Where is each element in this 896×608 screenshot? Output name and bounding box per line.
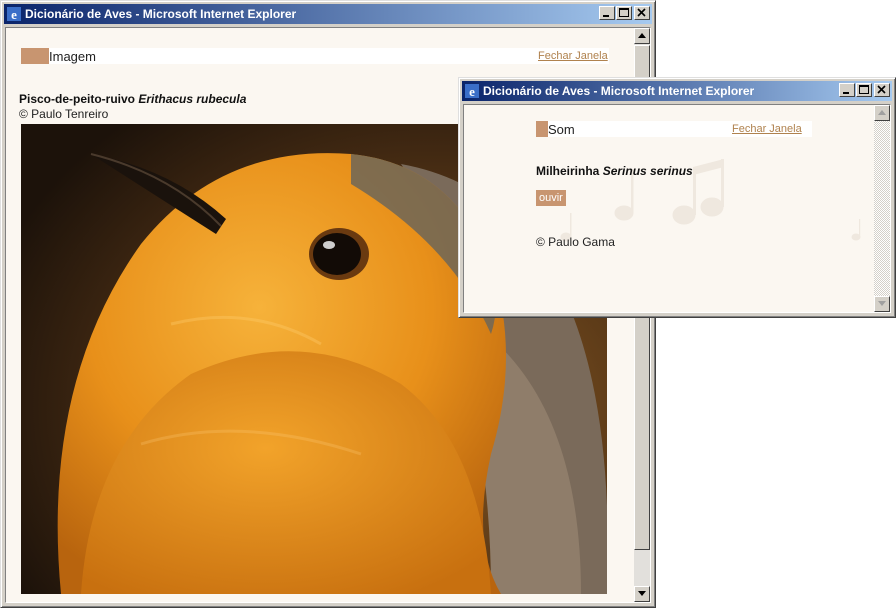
- scroll-up-button[interactable]: [634, 28, 650, 44]
- minimize-button[interactable]: [839, 83, 855, 97]
- species-scientific-name: Serinus serinus: [602, 164, 693, 178]
- species-scientific-name: Erithacus rubecula: [138, 92, 247, 106]
- sound-window: e Dicionário de Aves - Microsoft Interne…: [458, 77, 896, 318]
- scroll-down-button[interactable]: [634, 586, 650, 602]
- photo-credit: © Paulo Tenreiro: [19, 107, 109, 121]
- minimize-icon: [843, 92, 849, 94]
- play-sound-button[interactable]: ouvir: [536, 190, 566, 206]
- species-name: Pisco-de-peito-ruivo Erithacus rubecula: [19, 92, 246, 106]
- sound-window-titlebar[interactable]: e Dicionário de Aves - Microsoft Interne…: [462, 81, 892, 101]
- maximize-button[interactable]: [616, 6, 632, 20]
- sound-window-title: Dicionário de Aves - Microsoft Internet …: [483, 84, 755, 98]
- scroll-down-icon: [638, 591, 646, 596]
- scroll-down-button[interactable]: [874, 296, 890, 312]
- svg-text:e: e: [469, 84, 475, 99]
- image-window-title: Dicionário de Aves - Microsoft Internet …: [25, 7, 297, 21]
- close-icon: [637, 8, 646, 17]
- maximize-button[interactable]: [856, 83, 872, 97]
- image-window-titlebar[interactable]: e Dicionário de Aves - Microsoft Interne…: [4, 4, 652, 24]
- close-icon: [877, 85, 886, 94]
- vertical-scrollbar[interactable]: [874, 105, 890, 312]
- sound-credit: © Paulo Gama: [536, 235, 615, 249]
- maximize-icon: [619, 8, 629, 17]
- close-button[interactable]: [634, 6, 650, 20]
- section-title: Imagem: [49, 48, 96, 64]
- scroll-up-icon: [878, 110, 886, 115]
- close-button[interactable]: [874, 83, 890, 97]
- section-title: Som: [548, 121, 575, 137]
- sound-window-content: Som Fechar Janela Milheirinha Serinus se…: [463, 104, 891, 313]
- scroll-up-button[interactable]: [874, 105, 890, 121]
- maximize-icon: [859, 85, 869, 94]
- species-name: Milheirinha Serinus serinus: [536, 164, 693, 178]
- scroll-up-icon: [638, 33, 646, 38]
- section-header: Imagem: [21, 48, 609, 64]
- svg-text:e: e: [11, 7, 17, 22]
- close-window-link[interactable]: Fechar Janela: [732, 123, 802, 135]
- section-tab-marker: [536, 121, 548, 137]
- species-common-name: Milheirinha: [536, 164, 600, 178]
- minimize-icon: [603, 15, 609, 17]
- close-window-link[interactable]: Fechar Janela: [538, 50, 608, 62]
- scroll-down-icon: [878, 301, 886, 306]
- section-tab-marker: [21, 48, 49, 64]
- minimize-button[interactable]: [599, 6, 615, 20]
- species-common-name: Pisco-de-peito-ruivo: [19, 92, 136, 106]
- ie-icon: e: [7, 7, 21, 22]
- ie-icon: e: [465, 84, 479, 99]
